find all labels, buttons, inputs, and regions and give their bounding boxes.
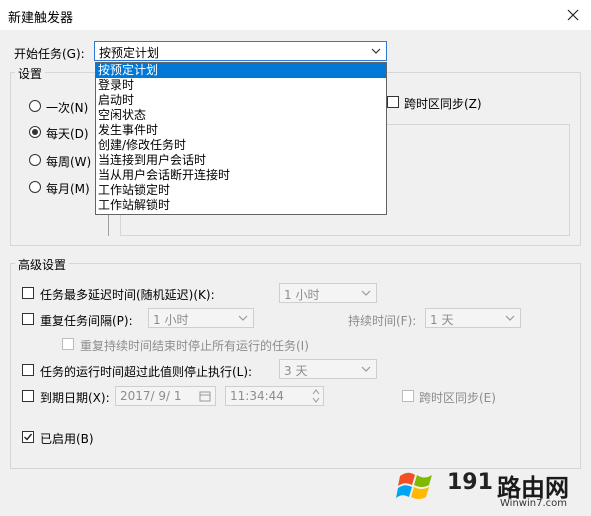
dropdown-option[interactable]: 工作站解锁时 xyxy=(96,198,386,213)
radio-weekly-label: 每周(W) xyxy=(46,155,92,169)
dropdown-option[interactable]: 登录时 xyxy=(96,78,386,93)
max-delay-value: 1 小时 xyxy=(284,288,320,302)
stop-all-checkbox[interactable] xyxy=(62,338,74,350)
start-task-dropdown[interactable]: 按预定计划 登录时 启动时 空闲状态 发生事件时 创建/修改任务时 当连接到用户… xyxy=(95,62,387,215)
stop-if-longer-checkbox[interactable] xyxy=(22,364,34,376)
enabled-label: 已启用(B) xyxy=(40,432,94,446)
settings-group-label: 设置 xyxy=(15,65,46,82)
dropdown-option[interactable]: 发生事件时 xyxy=(96,123,386,138)
expire-sync-label: 跨时区同步(E) xyxy=(419,391,496,405)
start-task-value: 按预定计划 xyxy=(99,46,160,60)
stop-if-longer-value: 3 天 xyxy=(284,364,308,378)
dropdown-option[interactable]: 空闲状态 xyxy=(96,108,386,123)
chevron-down-icon xyxy=(361,366,371,372)
chevron-down-icon xyxy=(238,315,248,321)
radio-once-label: 一次(N) xyxy=(46,101,89,115)
max-delay-label: 任务最多延迟时间(随机延迟)(K): xyxy=(40,288,215,302)
radio-monthly-label: 每月(M) xyxy=(46,182,90,196)
expire-date-value: 2017/ 9/ 1 xyxy=(120,389,182,403)
calendar-icon xyxy=(199,391,211,402)
start-task-label: 开始任务(G): xyxy=(14,47,85,61)
expire-checkbox[interactable] xyxy=(22,390,34,402)
checkmark-icon xyxy=(24,433,33,441)
expire-date-picker[interactable]: 2017/ 9/ 1 xyxy=(115,386,216,406)
watermark-logo: 191 路由网 Winwin7.com xyxy=(392,458,591,516)
expire-label: 到期日期(X): xyxy=(40,391,110,405)
expire-time-value: 11:34:44 xyxy=(230,389,284,403)
watermark-url: Winwin7.com xyxy=(500,498,567,509)
stop-all-label: 重复持续时间结束时停止所有运行的任务(I) xyxy=(80,339,309,353)
close-button[interactable] xyxy=(555,0,591,30)
expire-sync-checkbox[interactable] xyxy=(402,390,414,402)
dropdown-option[interactable]: 创建/修改任务时 xyxy=(96,138,386,153)
max-delay-checkbox[interactable] xyxy=(22,287,34,299)
expire-time-input[interactable]: 11:34:44 xyxy=(225,386,324,406)
repeat-checkbox[interactable] xyxy=(22,313,34,325)
repeat-interval-value: 1 小时 xyxy=(153,313,189,327)
duration-value: 1 天 xyxy=(430,313,454,327)
radio-weekly[interactable] xyxy=(29,154,41,166)
window-title: 新建触发器 xyxy=(8,11,74,26)
stop-if-longer-label: 任务的运行时间超过此值则停止执行(L): xyxy=(40,365,253,379)
watermark-number: 191 xyxy=(447,470,493,495)
chevron-down-icon xyxy=(505,315,515,321)
advanced-group-label: 高级设置 xyxy=(15,256,70,273)
title-bar: 新建触发器 xyxy=(0,0,591,30)
chevron-down-icon xyxy=(361,290,371,296)
repeat-label: 重复任务间隔(P): xyxy=(40,314,133,328)
windows-logo-icon xyxy=(396,472,432,499)
radio-daily[interactable] xyxy=(29,126,41,138)
chevron-down-icon xyxy=(371,48,381,54)
radio-daily-label: 每天(D) xyxy=(46,127,89,141)
duration-select[interactable]: 1 天 xyxy=(425,308,521,328)
enabled-checkbox[interactable] xyxy=(22,431,34,443)
radio-once[interactable] xyxy=(29,100,41,112)
stop-if-longer-select[interactable]: 3 天 xyxy=(279,359,377,379)
duration-label: 持续时间(F): xyxy=(348,314,417,328)
spinner-arrows-icon[interactable] xyxy=(312,388,320,404)
start-task-select[interactable]: 按预定计划 xyxy=(94,41,387,61)
max-delay-select[interactable]: 1 小时 xyxy=(279,283,377,303)
dropdown-option[interactable]: 启动时 xyxy=(96,93,386,108)
dropdown-option[interactable]: 工作站锁定时 xyxy=(96,183,386,198)
repeat-interval-select[interactable]: 1 小时 xyxy=(148,308,254,328)
close-icon xyxy=(567,9,579,21)
sync-timezone-label: 跨时区同步(Z) xyxy=(404,97,482,111)
dropdown-option[interactable]: 当从用户会话断开连接时 xyxy=(96,168,386,183)
sync-timezone-checkbox[interactable] xyxy=(387,96,399,108)
dropdown-option[interactable]: 当连接到用户会话时 xyxy=(96,153,386,168)
radio-monthly[interactable] xyxy=(29,181,41,193)
dropdown-option[interactable]: 按预定计划 xyxy=(96,63,386,78)
